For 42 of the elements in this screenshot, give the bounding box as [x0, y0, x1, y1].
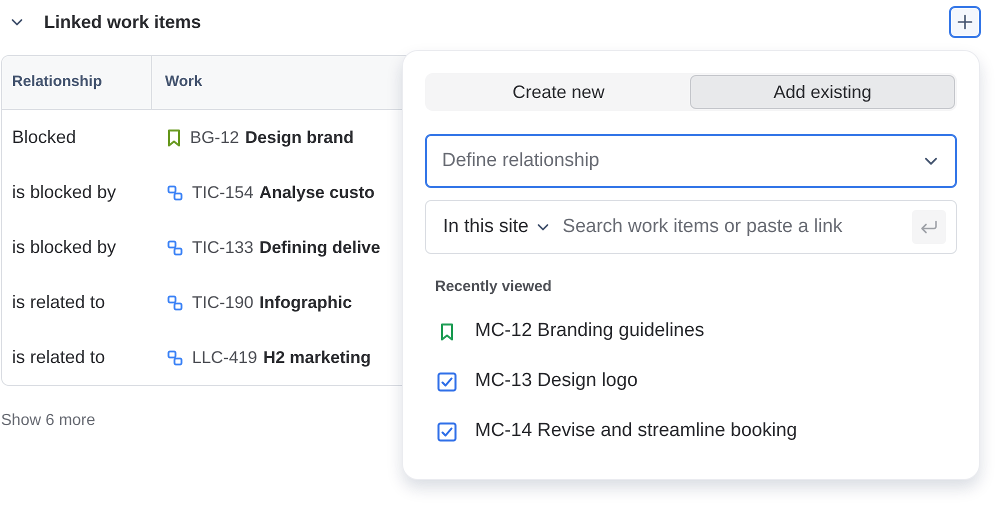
recent-item-label: MC-14 Revise and streamline booking	[475, 419, 798, 444]
work-item-key[interactable]: TIC-190	[192, 290, 254, 316]
recent-item[interactable]: MC-12 Branding guidelines	[425, 306, 957, 356]
relationship-cell-text: is blocked by	[11, 181, 118, 204]
segment-tab[interactable]: Add existing	[690, 75, 955, 109]
checkbox-icon	[437, 372, 457, 392]
segment-tab[interactable]: Create new	[427, 75, 690, 109]
linked-squares-icon	[167, 294, 183, 310]
add-button[interactable]	[949, 6, 981, 38]
work-item-summary[interactable]: Infographic	[259, 290, 352, 316]
relationship-cell-text: is blocked by	[11, 236, 118, 259]
linked-squares-icon	[167, 240, 183, 256]
work-item-key[interactable]: TIC-154	[192, 180, 254, 206]
recent-heading: Recently viewed	[435, 277, 553, 297]
search-field[interactable]: In this site Search work items or paste a link	[425, 200, 957, 254]
scope-dropdown[interactable]: In this site	[443, 212, 551, 242]
linked-squares-icon	[167, 350, 183, 366]
show-more-link[interactable]: Show 6 more	[1, 409, 96, 433]
work-item-summary[interactable]: Design brand	[245, 124, 354, 150]
work-item-summary[interactable]: Defining delive	[259, 234, 380, 260]
recent-item-label: MC-13 Design logo	[475, 369, 638, 394]
return-icon	[920, 220, 938, 234]
plus-icon	[957, 14, 973, 30]
relationship-cell-text: Blocked	[11, 126, 78, 149]
bookmark-icon	[440, 322, 454, 340]
column-header: Relationship	[2, 56, 152, 109]
recent-item[interactable]: MC-13 Design logo	[425, 356, 957, 406]
work-item-key[interactable]: TIC-133	[192, 234, 254, 260]
checkbox-icon	[437, 422, 457, 442]
work-item-summary[interactable]: H2 marketing	[263, 344, 371, 370]
linked-squares-icon	[167, 184, 183, 200]
column-header: Work	[164, 72, 204, 92]
relationship-cell-text: is related to	[11, 346, 106, 369]
relationship-select[interactable]: Define relationship	[425, 134, 957, 188]
work-item-key[interactable]: BG-12	[190, 124, 240, 150]
recent-item[interactable]: MC-14 Revise and streamline booking	[425, 406, 957, 456]
work-item-summary[interactable]: Analyse custo	[259, 180, 375, 206]
relationship-cell-text: is related to	[11, 291, 106, 314]
recent-item-label: MC-12 Branding guidelines	[475, 319, 704, 344]
section-title: Linked work items	[44, 10, 202, 34]
bookmark-icon	[167, 128, 181, 146]
work-item-key[interactable]: LLC-419	[192, 344, 258, 370]
